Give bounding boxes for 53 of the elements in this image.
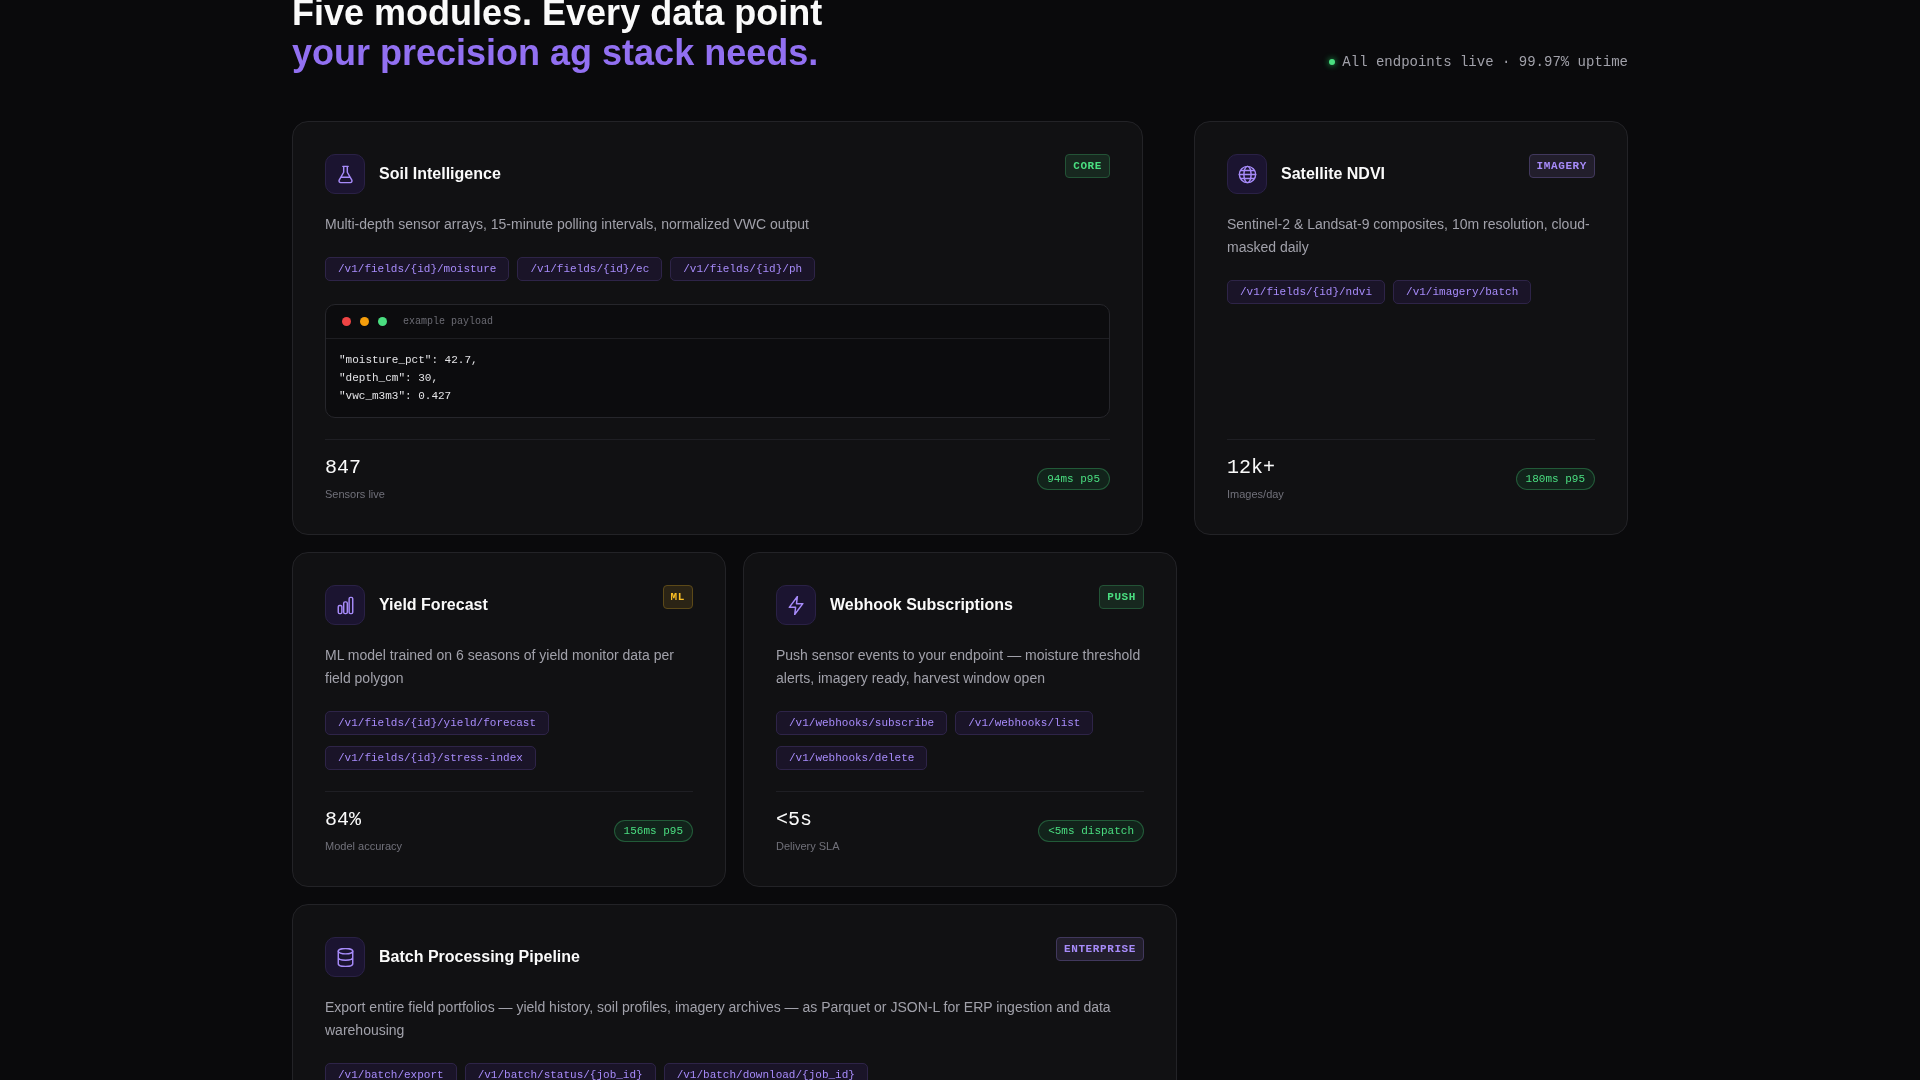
card-title: Webhook Subscriptions	[830, 595, 1013, 615]
card-title: Satellite NDVI	[1281, 164, 1386, 184]
card-title: Batch Processing Pipeline	[379, 947, 580, 967]
stat-value: <5s	[776, 808, 812, 832]
endpoint-tag: /v1/webhooks/subscribe	[776, 711, 948, 735]
code-line: "vwc_m3m3": 0.427	[339, 389, 453, 404]
card-description: ML model trained on 6 seasons of yield monitor data per field polygon	[325, 646, 675, 688]
latency-badge: 180ms p95	[1515, 468, 1595, 490]
stat-label: Delivery SLA	[776, 839, 840, 854]
endpoint-tag: /v1/fields/{id}/ndvi	[1227, 280, 1386, 304]
endpoint-tag: /v1/imagery/batch	[1393, 280, 1532, 304]
latency-badge: 94ms p95	[1037, 468, 1110, 490]
code-window-title: example payload	[403, 314, 493, 329]
lightning-icon	[776, 585, 816, 625]
category-badge: PUSH	[1099, 585, 1144, 609]
database-icon	[325, 937, 365, 977]
category-badge: ENTERPRISE	[1056, 937, 1144, 961]
globe-icon	[1227, 154, 1267, 194]
endpoint-tag: /v1/fields/{id}/ec	[517, 257, 663, 281]
endpoint-tag: /v1/batch/status/{job_id}	[464, 1063, 656, 1080]
stat-value: 12k+	[1227, 456, 1275, 480]
category-badge: CORE	[1065, 154, 1110, 178]
latency-badge: 156ms p95	[613, 820, 693, 842]
code-line: "moisture_pct": 42.7,	[339, 353, 479, 368]
code-line: "depth_cm": 30,	[339, 371, 440, 386]
card-title: Soil Intelligence	[379, 164, 501, 184]
card-title: Yield Forecast	[379, 595, 488, 615]
card-description: Sentinel-2 & Landsat-9 composites, 10m resolution, cloud-masked daily	[1227, 215, 1591, 257]
stat-label: Sensors live	[325, 487, 385, 502]
endpoint-tag: /v1/fields/{id}/moisture	[325, 257, 510, 281]
stat-label: Images/day	[1227, 487, 1284, 502]
endpoint-tag: /v1/fields/{id}/stress-index	[325, 746, 536, 770]
card-description: Multi-depth sensor arrays, 15-minute polling intervals, normalized VWC output	[325, 215, 810, 234]
endpoint-tag: /v1/batch/download/{job_id}	[663, 1063, 868, 1080]
endpoint-tag: /v1/webhooks/list	[955, 711, 1094, 735]
stat-value: 847	[325, 456, 361, 480]
stat-label: Model accuracy	[325, 839, 403, 854]
stat-value: 84%	[325, 808, 361, 832]
window-controls-icon	[342, 317, 387, 326]
card-description: Push sensor events to your endpoint — moisture threshold alerts, imagery ready, harvest window open	[776, 646, 1142, 688]
status-text: All endpoints live · 99.97% uptime	[1342, 53, 1628, 72]
bar-chart-icon	[325, 585, 365, 625]
endpoint-tag: /v1/fields/{id}/ph	[670, 257, 816, 281]
status-dot-icon	[1329, 59, 1336, 65]
endpoint-tag: /v1/fields/{id}/yield/forecast	[325, 711, 550, 735]
endpoint-tag: /v1/webhooks/delete	[776, 746, 928, 770]
category-badge: IMAGERY	[1528, 154, 1595, 178]
latency-badge: <5ms dispatch	[1038, 820, 1144, 842]
category-badge: ML	[662, 585, 693, 609]
flask-icon	[325, 154, 365, 194]
endpoint-tag: /v1/batch/export	[325, 1063, 457, 1080]
headline-highlight: your precision ag stack needs.	[292, 33, 819, 73]
card-description: Export entire field portfolios — yield history, soil profiles, imagery archives — as Parquet or JSON-L for ERP ingestion and data warehousing	[325, 998, 1112, 1040]
